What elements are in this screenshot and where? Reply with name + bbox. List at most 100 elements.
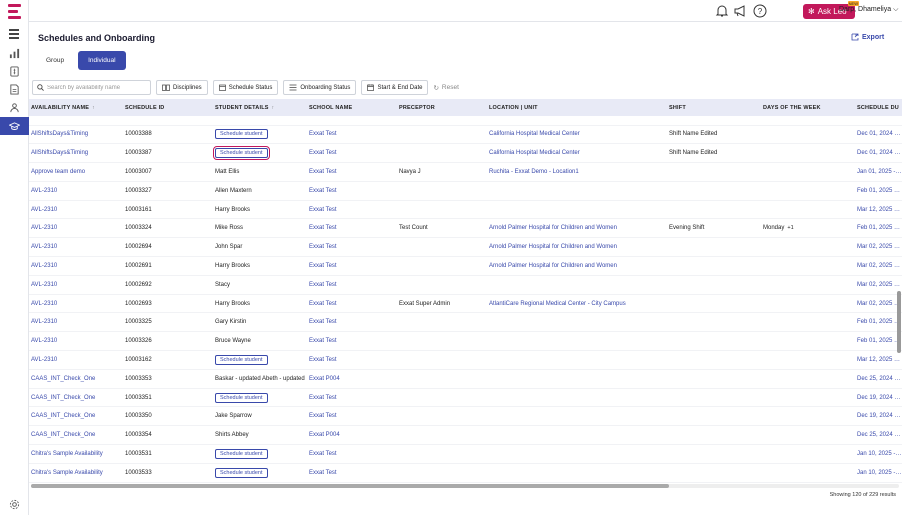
col-schedule-id[interactable]: SCHEDULE ID — [123, 99, 213, 116]
cell-availability-name[interactable]: CAAS_INT_Check_One — [29, 369, 123, 388]
notification-bell-icon[interactable] — [715, 4, 729, 18]
cell-availability-name[interactable]: Chitra's Sample Availability — [29, 463, 123, 482]
tab-group[interactable]: Group — [36, 51, 75, 70]
schedule-status-filter-button[interactable]: Schedule Status — [212, 80, 279, 95]
table-row[interactable]: CAAS_INT_Check_One 10003351 Schedule stude… — [29, 388, 902, 407]
cell-location-unit[interactable] — [487, 369, 667, 388]
tab-individual[interactable]: Individual — [78, 51, 126, 70]
cell-location-unit[interactable]: AtlantiCare Regional Medical Center - Ci… — [487, 294, 667, 313]
cell-school-name[interactable]: Exxat Test — [307, 257, 397, 276]
schedule-student-button[interactable]: Schedule student — [215, 392, 268, 403]
table-row[interactable]: AVL-2310 10002691 Harry Brooks Exxat Test Ar… — [29, 256, 902, 276]
table-row[interactable]: AVL-2310 10003326 Bruce Wayne Exxat Test Feb… — [29, 331, 902, 351]
horizontal-scrollbar[interactable] — [31, 484, 899, 488]
cell-availability-name[interactable]: Approve team demo — [29, 163, 123, 182]
help-icon[interactable]: ? — [753, 4, 767, 18]
schedule-student-button[interactable]: Schedule student — [215, 354, 268, 365]
search-input[interactable] — [47, 84, 147, 91]
table-row[interactable]: AVL-2310 10002693 Harry Brooks Exxat Test Ex… — [29, 294, 902, 313]
onboarding-status-filter-button[interactable]: Onboarding Status — [283, 80, 357, 95]
cell-availability-name[interactable]: AllShiftsDays&Timing — [29, 144, 123, 163]
cell-location-unit[interactable] — [487, 313, 667, 332]
cell-location-unit[interactable]: Arnold Palmer Hospital for Children and … — [487, 238, 667, 257]
graduation-cap-icon[interactable] — [0, 117, 29, 135]
cell-location-unit[interactable] — [487, 388, 667, 407]
user-menu[interactable]: Darp, Dhameliya ⌵ — [839, 6, 898, 14]
col-preceptor[interactable]: PRECEPTOR — [397, 99, 487, 116]
table-row[interactable]: AVL-2310 10003325 Gary Kirstin Exxat Test Fe… — [29, 313, 902, 332]
cell-availability-name[interactable]: AVL-2310 — [29, 257, 123, 276]
cell-school-name[interactable]: Exxat Test — [307, 200, 397, 219]
table-row[interactable]: AVL-2310 10003324 Mike Ross Exxat Test Test … — [29, 218, 902, 238]
cell-school-name[interactable]: Exxat Test — [307, 407, 397, 426]
cell-school-name[interactable]: Exxat Test — [307, 313, 397, 332]
cell-availability-name[interactable]: AVL-2310 — [29, 313, 123, 332]
col-school-name[interactable]: SCHOOL NAME — [307, 99, 397, 116]
disciplines-filter-button[interactable]: Disciplines — [156, 80, 208, 95]
col-shift[interactable]: SHIFT — [667, 99, 761, 116]
cell-availability-name[interactable]: AVL-2310 — [29, 238, 123, 257]
cell-location-unit[interactable] — [487, 463, 667, 482]
col-location-unit[interactable]: LOCATION | UNIT — [487, 99, 667, 116]
hamburger-menu-icon[interactable] — [9, 29, 19, 41]
cell-availability-name[interactable]: AVL-2310 — [29, 332, 123, 351]
cell-school-name[interactable]: Exxat Test — [307, 219, 397, 238]
table-row[interactable]: AllShiftsDays&Timing 10003388 Schedule stu… — [29, 125, 902, 144]
cell-school-name[interactable]: Exxat Test — [307, 294, 397, 313]
table-row[interactable]: AVL-2310 10002692 Stacy Exxat Test Mar 02, 2… — [29, 275, 902, 295]
table-row[interactable]: AVL-2310 10003162 Schedule student Exxat Te… — [29, 351, 902, 370]
settings-gear-icon[interactable] — [0, 495, 29, 513]
cell-location-unit[interactable] — [487, 445, 667, 464]
document-icon[interactable] — [0, 80, 29, 98]
table-row[interactable]: AllShiftsDays&Timing 10003387 Schedule stu… — [29, 143, 902, 163]
cell-location-unit[interactable] — [487, 426, 667, 445]
horizontal-scroll-thumb[interactable] — [31, 484, 669, 488]
table-row[interactable]: AVL-2310 10002694 John Spar Exxat Test Arnol… — [29, 238, 902, 257]
table-row[interactable]: Chitra's Sample Availability 10003533 Sche… — [29, 463, 902, 483]
col-schedule-duration[interactable]: SCHEDULE DU — [855, 99, 902, 116]
vertical-scroll-thumb[interactable] — [897, 291, 901, 353]
cell-availability-name[interactable]: AVL-2310 — [29, 294, 123, 313]
table-row[interactable]: Approve team demo 10003007 Matt Ellis Exxat… — [29, 163, 902, 182]
col-availability-name[interactable]: AVAILABILITY NAME ↑ — [29, 99, 123, 116]
reset-button[interactable]: ↻ Reset — [433, 84, 458, 92]
cell-school-name[interactable]: Exxat Test — [307, 388, 397, 407]
cell-availability-name[interactable]: CAAS_INT_Check_One — [29, 388, 123, 407]
cell-school-name[interactable]: Exxat Test — [307, 181, 397, 200]
cell-location-unit[interactable]: California Hospital Medical Center — [487, 125, 667, 144]
exxat-logo-icon[interactable] — [8, 4, 21, 19]
megaphone-icon[interactable] — [733, 4, 747, 18]
document-dollar-icon[interactable] — [0, 62, 29, 80]
schedule-student-button[interactable]: Schedule student — [215, 129, 268, 140]
cell-school-name[interactable]: Exxat Test — [307, 463, 397, 482]
cell-location-unit[interactable]: Arnold Palmer Hospital for Children and … — [487, 257, 667, 276]
analytics-icon[interactable] — [0, 44, 29, 62]
schedule-student-button[interactable]: Schedule student — [215, 467, 268, 478]
cell-location-unit[interactable] — [487, 275, 667, 294]
cell-availability-name[interactable]: AVL-2310 — [29, 200, 123, 219]
cell-school-name[interactable]: Exxat Test — [307, 144, 397, 163]
vertical-scrollbar[interactable] — [897, 117, 901, 483]
cell-availability-name[interactable]: Chitra's Sample Availability — [29, 445, 123, 464]
cell-location-unit[interactable] — [487, 181, 667, 200]
table-row[interactable]: AVL-2310 10003327 Allen Maxtern Exxat Test F… — [29, 181, 902, 201]
table-row[interactable]: Chitra's Sample Availability 10003531 Sche… — [29, 444, 902, 464]
cell-location-unit[interactable] — [487, 332, 667, 351]
schedule-student-button[interactable]: Schedule student — [215, 448, 268, 459]
cell-location-unit[interactable]: California Hospital Medical Center — [487, 144, 667, 163]
cell-location-unit[interactable] — [487, 200, 667, 219]
table-row[interactable]: CAAS_INT_Check_One 10003353 Baskar - updat… — [29, 369, 902, 389]
col-student-details[interactable]: STUDENT DETAILS ↑ — [213, 99, 307, 116]
cell-location-unit[interactable] — [487, 351, 667, 370]
cell-school-name[interactable]: Exxat Test — [307, 275, 397, 294]
cell-school-name[interactable]: Exxat Test — [307, 125, 397, 144]
cell-location-unit[interactable]: Ruchita - Exxat Demo - Location1 — [487, 163, 667, 182]
cell-availability-name[interactable]: AVL-2310 — [29, 351, 123, 370]
cell-school-name[interactable]: Exxat P004 — [307, 426, 397, 445]
start-end-date-filter-button[interactable]: Start & End Date — [361, 80, 429, 95]
table-row[interactable]: CAAS_INT_Check_One 10003350 Jake Sparrow Ex… — [29, 406, 902, 426]
cell-availability-name[interactable]: AllShiftsDays&Timing — [29, 125, 123, 144]
table-row[interactable]: CAAS_INT_Check_One 10003354 Shirts Abbey Ex… — [29, 426, 902, 445]
cell-location-unit[interactable] — [487, 407, 667, 426]
export-button[interactable]: Export — [851, 33, 884, 41]
